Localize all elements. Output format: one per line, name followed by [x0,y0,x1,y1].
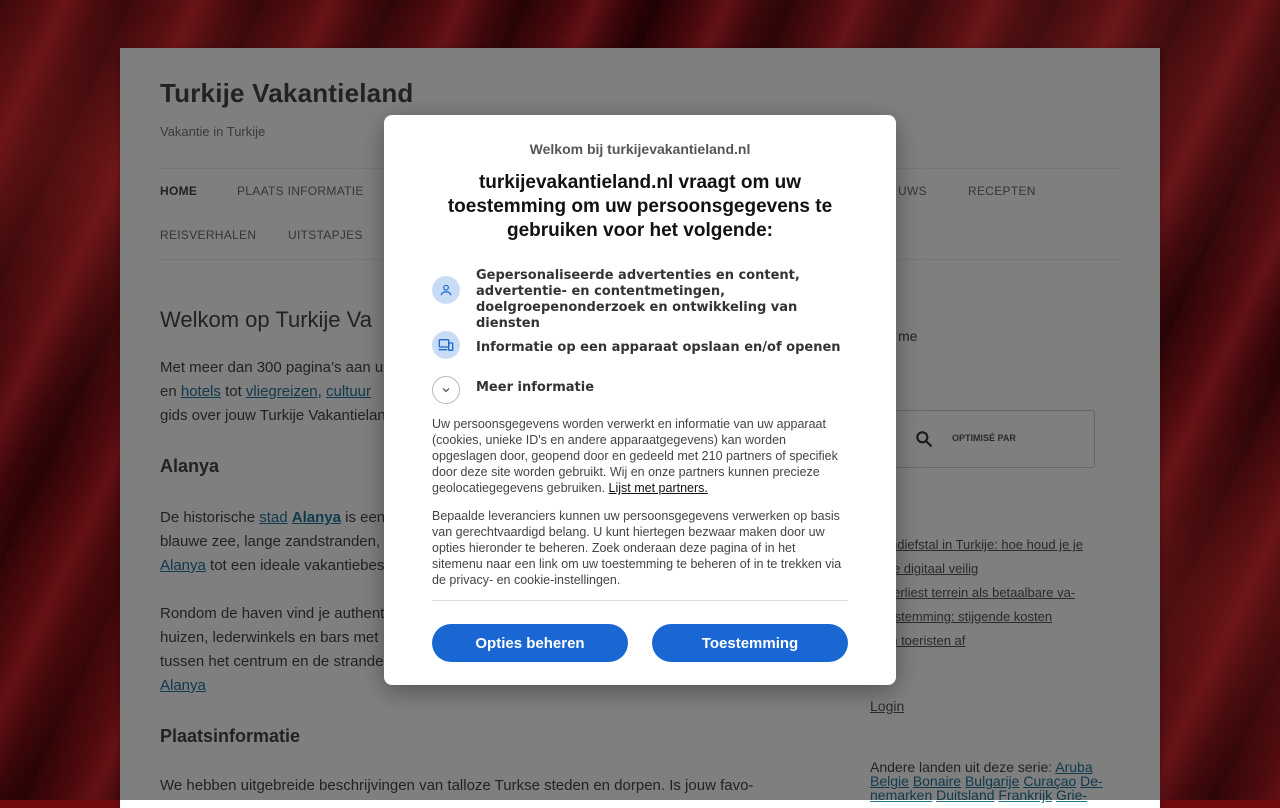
purpose-2-text: Informatie op een apparaat opslaan en/of… [476,340,841,355]
chevron-down-icon[interactable] [432,376,460,404]
partners-list-link[interactable]: Lijst met partners. [609,481,708,495]
consent-title: turkijevakantieland.nl vraagt om uw toes… [447,172,833,241]
person-icon [432,276,460,304]
consent-paragraph-1: Uw persoonsgegevens worden verwerkt en i… [432,417,838,495]
purpose-personalised-ads: Gepersonaliseerde advertenties en conten… [432,267,852,331]
devices-icon [432,331,460,359]
more-info-label[interactable]: Meer informatie [476,380,594,396]
manage-options-button[interactable]: Opties beheren [432,624,628,662]
consent-welcome: Welkom bij turkijevakantieland.nl [529,141,751,157]
purpose-1-text: Gepersonaliseerde advertenties en conten… [476,268,800,331]
more-info-row[interactable]: Meer informatie [432,375,852,405]
purpose-device-storage: Informatie op een apparaat opslaan en/of… [432,331,852,361]
consent-divider [432,600,848,601]
consent-dialog: Welkom bij turkijevakantieland.nl turkij… [384,115,896,685]
consent-button[interactable]: Toestemming [652,624,848,662]
consent-paragraph-2: Bepaalde leveranciers kunnen uw persoons… [432,509,842,587]
